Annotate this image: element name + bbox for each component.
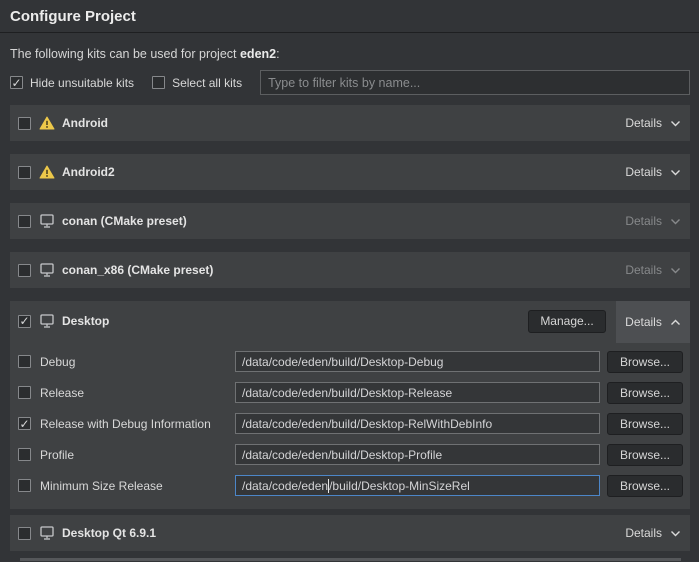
build-dir-input[interactable] <box>235 413 600 434</box>
hide-unsuitable-kits-checkbox-group[interactable]: ✓ Hide unsuitable kits <box>10 76 134 90</box>
hide-unsuitable-kits-label: Hide unsuitable kits <box>30 76 134 90</box>
manage-kits-button[interactable]: Manage... <box>528 310 606 333</box>
details-label: Details <box>625 116 662 130</box>
kit-filter-input[interactable] <box>260 70 690 95</box>
details-label: Details <box>625 526 662 540</box>
project-name: eden2 <box>240 47 276 61</box>
warning-icon <box>39 116 55 130</box>
chevron-down-icon <box>670 120 681 127</box>
details-toggle[interactable]: Details <box>625 116 681 130</box>
chevron-down-icon <box>670 218 681 225</box>
build-dir-input[interactable] <box>235 444 600 465</box>
config-label: Minimum Size Release <box>40 479 235 493</box>
build-dir-input[interactable] <box>235 382 600 403</box>
subtitle-prefix: The following kits can be used for proje… <box>10 47 240 61</box>
kits-intro-text: The following kits can be used for proje… <box>10 47 689 61</box>
details-label: Details <box>625 315 662 329</box>
browse-button[interactable]: Browse... <box>607 413 683 435</box>
build-config-list: Debug Browse... Release Browse... ✓ Rele… <box>10 341 690 509</box>
details-label: Details <box>625 165 662 179</box>
warning-icon <box>39 165 55 179</box>
kit-checkbox[interactable]: ✓ <box>18 315 31 328</box>
select-all-kits-checkbox-group[interactable]: Select all kits <box>152 76 242 90</box>
checkmark-icon: ✓ <box>11 77 21 89</box>
kit-row-conan-x86[interactable]: conan_x86 (CMake preset) Details <box>10 252 690 288</box>
config-checkbox[interactable] <box>18 355 31 368</box>
details-toggle-expanded[interactable]: Details <box>616 301 690 343</box>
config-label: Debug <box>40 355 235 369</box>
monitor-icon <box>39 526 55 540</box>
config-label: Profile <box>40 448 235 462</box>
kit-checkbox[interactable] <box>18 117 31 130</box>
next-kit-row-partial <box>20 558 681 561</box>
kit-filter-controls: ✓ Hide unsuitable kits Select all kits <box>10 70 690 95</box>
path-text-before-cursor: /data/code/eden <box>242 479 328 493</box>
build-config-row-profile: Profile Browse... <box>10 439 690 470</box>
select-all-kits-label: Select all kits <box>172 76 242 90</box>
browse-button[interactable]: Browse... <box>607 444 683 466</box>
build-config-row-debug: Debug Browse... <box>10 346 690 377</box>
build-config-row-release: Release Browse... <box>10 377 690 408</box>
monitor-icon <box>39 314 55 328</box>
kit-list: Android Details Android2 Details conan (… <box>10 105 690 561</box>
browse-button[interactable]: Browse... <box>607 351 683 373</box>
config-label: Release <box>40 386 235 400</box>
kit-row-android2[interactable]: Android2 Details <box>10 154 690 190</box>
details-label: Details <box>625 214 662 228</box>
kit-name: Android <box>62 116 108 130</box>
select-all-kits-checkbox[interactable] <box>152 76 165 89</box>
kit-row-desktop[interactable]: ✓ Desktop Manage... Details <box>10 301 690 341</box>
kit-checkbox[interactable] <box>18 166 31 179</box>
kit-name: Desktop Qt 6.9.1 <box>62 526 156 540</box>
config-label: Release with Debug Information <box>40 417 235 431</box>
build-config-row-minsizerel: Minimum Size Release /data/code/eden/bui… <box>10 470 690 501</box>
kit-row-android[interactable]: Android Details <box>10 105 690 141</box>
config-checkbox[interactable] <box>18 386 31 399</box>
kit-row-desktop-qt[interactable]: Desktop Qt 6.9.1 Details <box>10 515 690 551</box>
details-toggle[interactable]: Details <box>625 165 681 179</box>
config-checkbox[interactable] <box>18 448 31 461</box>
subtitle-suffix: : <box>276 47 279 61</box>
hide-unsuitable-kits-checkbox[interactable]: ✓ <box>10 76 23 89</box>
config-checkbox[interactable] <box>18 479 31 492</box>
kit-name: conan_x86 (CMake preset) <box>62 263 213 277</box>
kit-checkbox[interactable] <box>18 527 31 540</box>
monitor-icon <box>39 263 55 277</box>
details-label: Details <box>625 263 662 277</box>
kit-checkbox[interactable] <box>18 264 31 277</box>
kit-name: Desktop <box>62 314 109 328</box>
kit-name: Android2 <box>62 165 115 179</box>
kit-section-desktop: ✓ Desktop Manage... Details Debug Browse… <box>10 301 690 509</box>
config-checkbox[interactable]: ✓ <box>18 417 31 430</box>
details-toggle: Details <box>625 263 681 277</box>
chevron-down-icon <box>670 530 681 537</box>
build-dir-input[interactable] <box>235 351 600 372</box>
kit-checkbox[interactable] <box>18 215 31 228</box>
monitor-icon <box>39 214 55 228</box>
checkmark-icon: ✓ <box>19 315 29 327</box>
details-toggle: Details <box>625 214 681 228</box>
chevron-up-icon <box>670 319 681 326</box>
browse-button[interactable]: Browse... <box>607 382 683 404</box>
chevron-down-icon <box>670 169 681 176</box>
kit-row-conan[interactable]: conan (CMake preset) Details <box>10 203 690 239</box>
build-config-row-relwithdebinfo: ✓ Release with Debug Information Browse.… <box>10 408 690 439</box>
page-title: Configure Project <box>10 8 689 25</box>
title-bar: Configure Project <box>0 0 699 33</box>
kit-name: conan (CMake preset) <box>62 214 187 228</box>
browse-button[interactable]: Browse... <box>607 475 683 497</box>
path-text-after-cursor: /build/Desktop-MinSizeRel <box>329 479 470 493</box>
details-toggle[interactable]: Details <box>625 526 681 540</box>
build-dir-input-focused[interactable]: /data/code/eden/build/Desktop-MinSizeRel <box>235 475 600 496</box>
chevron-down-icon <box>670 267 681 274</box>
checkmark-icon: ✓ <box>19 418 29 430</box>
